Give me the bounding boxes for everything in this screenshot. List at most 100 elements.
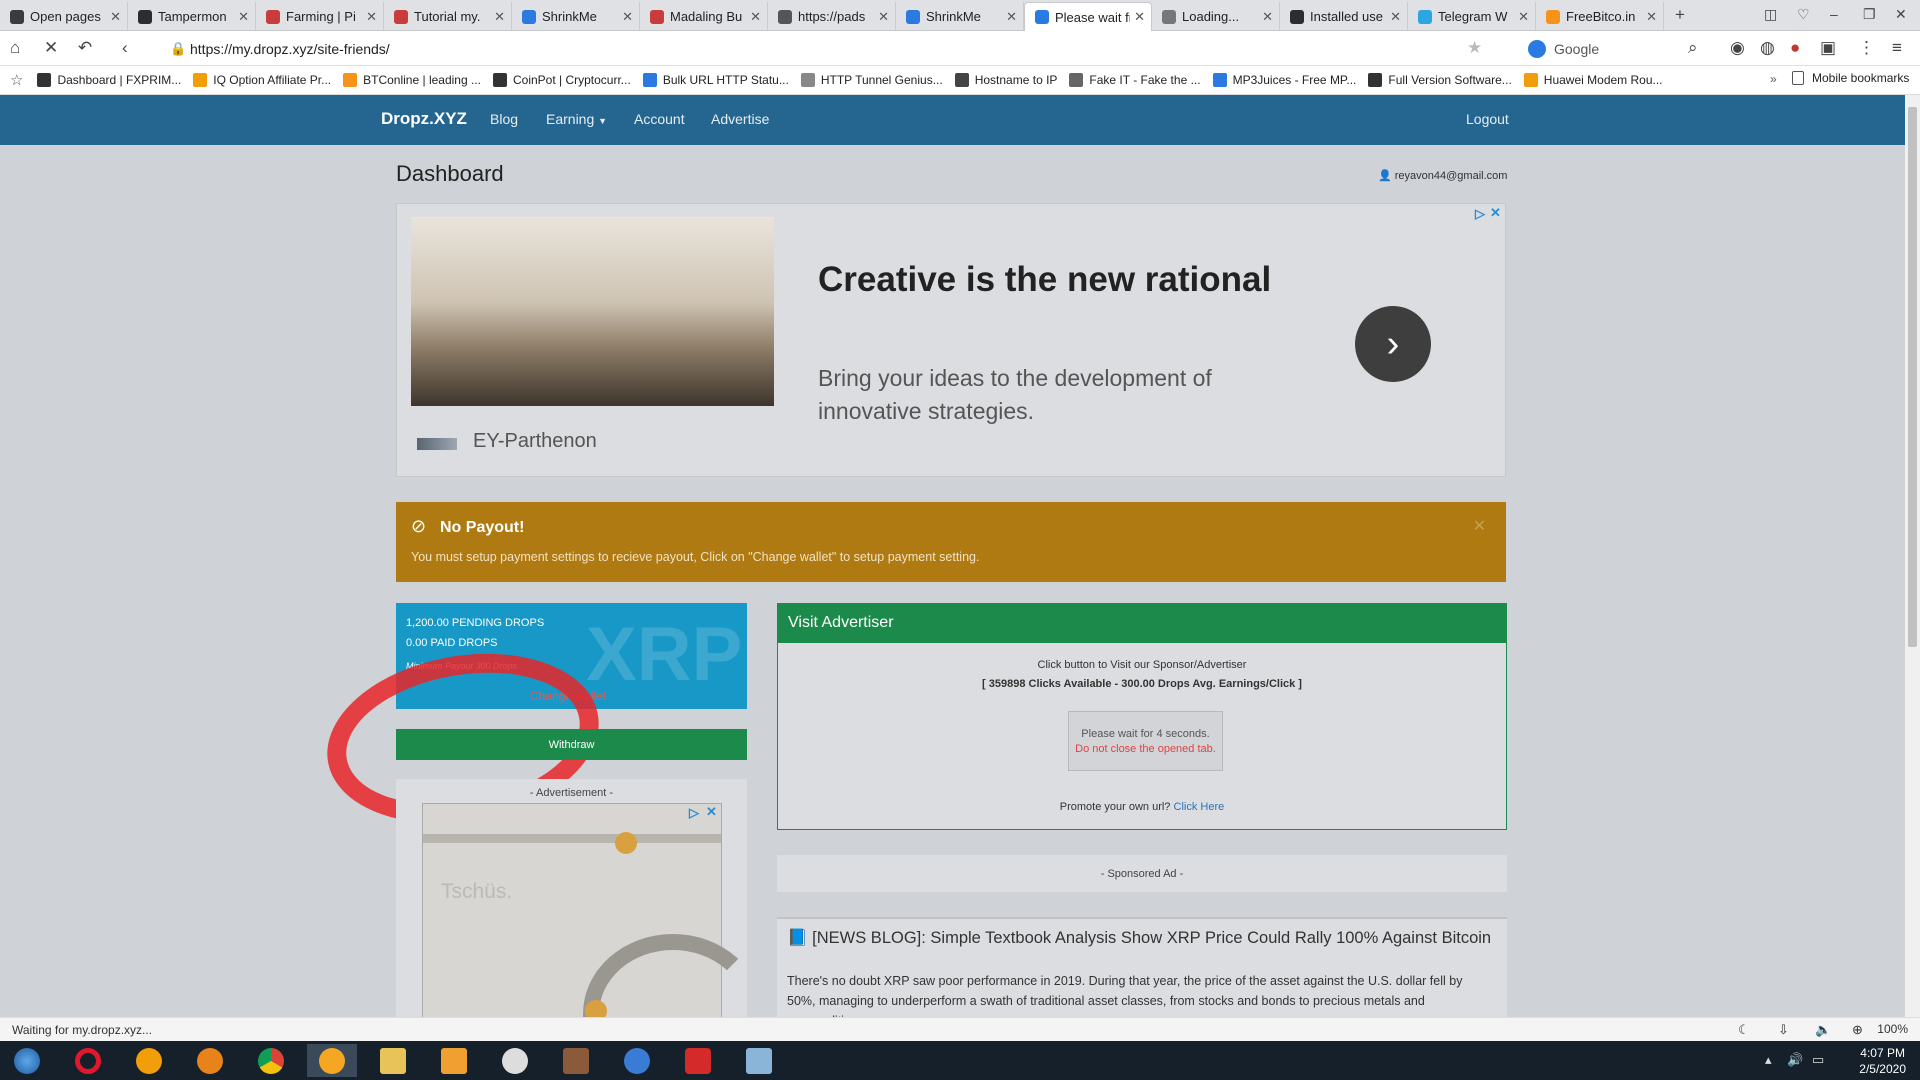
bookmark-item[interactable]: Fake IT - Fake the ... xyxy=(1069,73,1201,87)
app-taskbar-icon[interactable] xyxy=(612,1044,662,1077)
hamburger-menu-icon[interactable]: ≡ xyxy=(1892,38,1902,58)
close-tab-icon[interactable]: ✕ xyxy=(622,9,633,25)
browser-tab[interactable]: Telegram W ✕ xyxy=(1408,2,1536,31)
news-title[interactable]: 📘 [NEWS BLOG]: Simple Textbook Analysis … xyxy=(787,929,1491,948)
close-tab-icon[interactable]: ✕ xyxy=(238,9,249,25)
page-scrollbar[interactable] xyxy=(1905,95,1920,1017)
zoom-icon[interactable]: ⊕ xyxy=(1852,1022,1863,1038)
browser-tab[interactable]: Installed use ✕ xyxy=(1280,2,1408,31)
undo-icon[interactable]: ↶ xyxy=(78,38,92,58)
browser-tab[interactable]: FreeBitco.in ✕ xyxy=(1536,2,1664,31)
star-icon[interactable]: ☆ xyxy=(10,71,23,89)
bookmark-item[interactable]: HTTP Tunnel Genius... xyxy=(800,73,943,87)
browser-tab[interactable]: Please wait fr ✕ xyxy=(1024,2,1152,31)
file-explorer-taskbar-icon[interactable] xyxy=(368,1044,418,1077)
side-ad-creative[interactable]: Tschüs. ▷ ✕ xyxy=(422,803,763,1017)
bookmark-item[interactable]: IQ Option Affiliate Pr... xyxy=(193,73,331,87)
extension-icon[interactable]: ◉ xyxy=(1730,38,1745,58)
search-field[interactable]: Google xyxy=(1528,35,1708,62)
app-taskbar-icon[interactable] xyxy=(734,1044,784,1077)
bookmarks-overflow-icon[interactable]: » xyxy=(1770,72,1777,86)
close-tab-icon[interactable]: ✕ xyxy=(366,9,377,25)
ad-next-arrow-icon[interactable]: › xyxy=(1355,306,1431,382)
site-brand[interactable]: Dropz.XYZ xyxy=(381,109,467,129)
browser-tab[interactable]: Farming | Pi ✕ xyxy=(256,2,384,31)
browser-tab[interactable]: Tampermon ✕ xyxy=(128,2,256,31)
nav-logout[interactable]: Logout xyxy=(1466,111,1509,127)
search-icon[interactable]: ⌕ xyxy=(1688,38,1698,58)
close-tab-icon[interactable]: ✕ xyxy=(1134,9,1145,25)
adchoices-icon[interactable]: ▷ xyxy=(1475,206,1485,222)
close-tab-icon[interactable]: ✕ xyxy=(110,9,121,25)
app-taskbar-icon[interactable] xyxy=(673,1044,723,1077)
back-icon[interactable]: ‹ xyxy=(122,38,128,58)
close-window-icon[interactable]: ✕ xyxy=(1895,6,1907,23)
night-mode-icon[interactable]: ☾ xyxy=(1738,1022,1750,1038)
new-tab-button[interactable]: + xyxy=(1675,5,1685,25)
ad-close-icon[interactable]: ✕ xyxy=(1490,205,1501,221)
download-icon[interactable]: ⇩ xyxy=(1778,1022,1789,1038)
promote-link[interactable]: Click Here xyxy=(1174,801,1225,813)
bookmark-item[interactable]: Dashboard | FXPRIM... xyxy=(37,73,181,87)
heart-icon[interactable]: ♡ xyxy=(1797,6,1810,23)
nav-earning[interactable]: Earning ▼ xyxy=(546,111,607,127)
restore-icon[interactable]: ❐ xyxy=(1863,6,1876,23)
zoom-level[interactable]: 100% xyxy=(1877,1022,1908,1036)
scrollbar-thumb[interactable] xyxy=(1908,107,1917,647)
bookmark-item[interactable]: Hostname to IP xyxy=(954,73,1057,87)
opera-taskbar-icon[interactable] xyxy=(63,1044,113,1077)
bookmark-item[interactable]: Huawei Modem Rou... xyxy=(1523,73,1663,87)
browser-tab[interactable]: Open pages ✕ xyxy=(0,2,128,31)
wait-button[interactable]: Please wait for 4 seconds. Do not close … xyxy=(1068,711,1223,771)
app-taskbar-icon[interactable] xyxy=(551,1044,601,1077)
media-player-taskbar-icon[interactable] xyxy=(429,1044,479,1077)
close-tab-icon[interactable]: ✕ xyxy=(878,9,889,25)
bookmark-item[interactable]: Full Version Software... xyxy=(1368,73,1512,87)
close-tab-icon[interactable]: ✕ xyxy=(494,9,505,25)
app-taskbar-icon[interactable] xyxy=(490,1044,540,1077)
more-menu-icon[interactable]: ⋮ xyxy=(1858,38,1875,58)
close-tab-icon[interactable]: ✕ xyxy=(1518,9,1529,25)
bookmark-item[interactable]: BTConline | leading ... xyxy=(343,73,481,87)
bookmark-item[interactable]: Bulk URL HTTP Statu... xyxy=(642,73,789,87)
top-advertisement[interactable]: Creative is the new rational Bring your … xyxy=(396,203,1506,477)
extension-icon[interactable]: ● xyxy=(1790,38,1800,58)
adchoices-icon[interactable]: ▷ xyxy=(689,805,699,821)
extension-icon[interactable]: ▣ xyxy=(1820,38,1836,58)
network-icon[interactable]: ▭ xyxy=(1812,1052,1824,1068)
withdraw-button[interactable]: Withdraw xyxy=(396,729,747,760)
uc-browser-taskbar-icon[interactable] xyxy=(307,1044,357,1077)
browser-tab[interactable]: Loading... ✕ xyxy=(1152,2,1280,31)
bookmark-item[interactable]: CoinPot | Cryptocurr... xyxy=(492,73,631,87)
browser-tab[interactable]: https://pads ✕ xyxy=(768,2,896,31)
nav-account[interactable]: Account xyxy=(634,111,685,127)
close-tab-icon[interactable]: ✕ xyxy=(1390,9,1401,25)
app-taskbar-icon[interactable] xyxy=(185,1044,235,1077)
home-icon[interactable]: ⌂ xyxy=(10,38,20,58)
nav-blog[interactable]: Blog xyxy=(490,111,518,127)
sound-icon[interactable]: 🔈 xyxy=(1815,1022,1831,1038)
start-button[interactable] xyxy=(2,1044,52,1077)
alert-close-icon[interactable]: ✕ xyxy=(1473,516,1486,536)
close-tab-icon[interactable]: ✕ xyxy=(750,9,761,25)
minimize-icon[interactable]: – xyxy=(1830,6,1838,22)
ad-close-icon[interactable]: ✕ xyxy=(706,804,717,820)
bookmark-item[interactable]: MP3Juices - Free MP... xyxy=(1212,73,1356,87)
bookmark-star-icon[interactable]: ★ xyxy=(1467,38,1482,58)
close-tab-icon[interactable]: ✕ xyxy=(1262,9,1273,25)
url-field[interactable]: 🔒 https://my.dropz.xyz/site-friends/ xyxy=(160,35,1490,62)
tray-expand-icon[interactable]: ▴ xyxy=(1765,1052,1772,1068)
app-taskbar-icon[interactable] xyxy=(124,1044,174,1077)
close-tab-icon[interactable]: ✕ xyxy=(1646,9,1657,25)
tab-list-icon[interactable]: ◫ xyxy=(1764,6,1777,23)
system-clock[interactable]: 4:07 PM 2/5/2020 xyxy=(1859,1045,1906,1077)
browser-tab[interactable]: Madaling Bu ✕ xyxy=(640,2,768,31)
chrome-taskbar-icon[interactable] xyxy=(246,1044,296,1077)
browser-tab[interactable]: Tutorial my. ✕ xyxy=(384,2,512,31)
volume-icon[interactable]: 🔊 xyxy=(1787,1052,1803,1068)
nav-advertise[interactable]: Advertise xyxy=(711,111,769,127)
browser-tab[interactable]: ShrinkMe ✕ xyxy=(896,2,1024,31)
close-tab-icon[interactable]: ✕ xyxy=(1006,9,1017,25)
mobile-bookmarks[interactable]: Mobile bookmarks xyxy=(1792,71,1909,85)
extension-icon[interactable]: ◍ xyxy=(1760,38,1775,58)
